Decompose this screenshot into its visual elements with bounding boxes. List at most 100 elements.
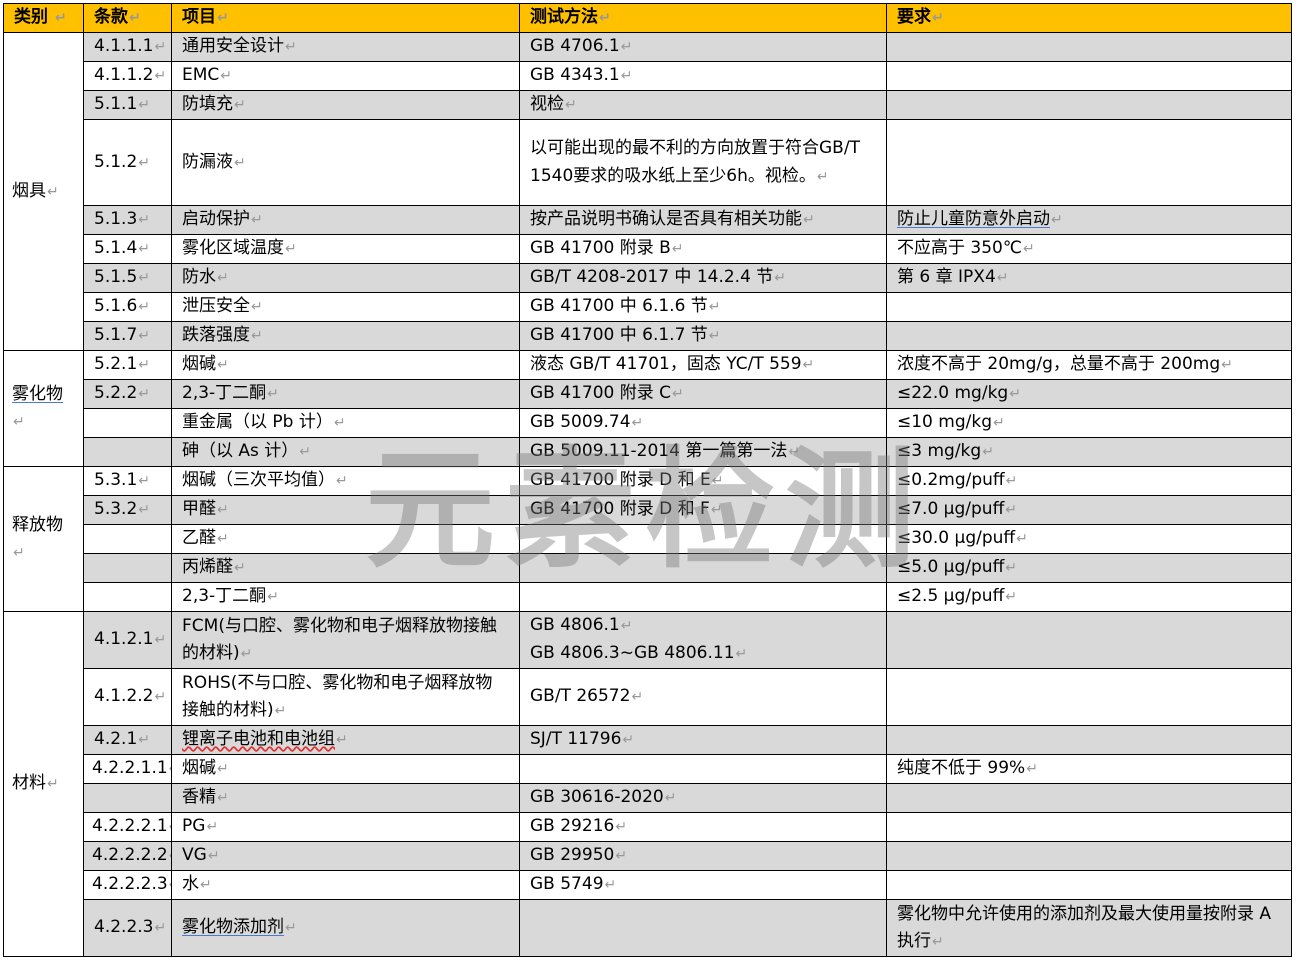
table-row: 5.1.3↵ 启动保护↵ 按产品说明书确认是否具有相关功能↵ 防止儿童防意外启动…	[4, 205, 1292, 235]
clause-cell: 4.2.2.3↵	[83, 899, 172, 957]
table-row: 4.1.1.2↵ EMC↵ GB 4343.1↵	[4, 61, 1292, 91]
table-row: 释放物↵ 5.3.1↵ 烟碱（三次平均值）↵ GB 41700 附录 D 和 E…	[3, 466, 1292, 612]
method-cell: 按产品说明书确认是否具有相关功能↵	[519, 205, 887, 235]
item-cell: 启动保护↵	[171, 205, 520, 235]
requirement-cell	[886, 841, 1292, 871]
requirement-cell: ≤3 mg/kg↵	[886, 437, 1292, 467]
method-cell: SJ/T 11796↵	[519, 725, 887, 755]
table-header-row: 类别 ↵ 条款↵ 项目↵ 测试方法↵ 要求↵	[3, 3, 1292, 33]
table-row: 香精↵ GB 30616-2020↵	[4, 783, 1292, 813]
requirement-cell	[886, 119, 1292, 206]
requirement-cell	[886, 870, 1292, 900]
clause-cell: 4.2.2.1.1↵	[83, 754, 172, 784]
requirement-cell	[886, 725, 1292, 755]
clause-cell: 5.1.2↵	[83, 119, 172, 206]
method-cell: GB 4343.1↵	[519, 61, 887, 91]
method-cell: GB 41700 中 6.1.6 节↵	[519, 292, 887, 322]
header-category: 类别 ↵	[3, 3, 84, 33]
method-cell: GB 30616-2020↵	[519, 783, 887, 813]
item-cell: 烟碱↵	[171, 754, 520, 784]
clause-cell: 5.1.1↵	[83, 90, 172, 120]
method-cell: GB 41700 附录 B↵	[519, 234, 887, 264]
item-cell: 水↵	[171, 870, 520, 900]
method-cell: GB 4706.1↵	[519, 32, 887, 62]
table-row: 4.2.2.1.1↵ 烟碱↵ 纯度不低于 99%↵	[4, 754, 1292, 784]
item-cell: 锂离子电池和电池组↵	[171, 725, 520, 755]
category-cell-cailiao: 材料↵	[3, 611, 84, 957]
requirement-cell: ≤0.2mg/puff↵	[886, 466, 1292, 496]
item-cell: 乙醛↵	[171, 524, 520, 554]
requirement-cell: 第 6 章 IPX4↵	[886, 263, 1292, 293]
table-row: 4.2.2.2.3↵ 水↵ GB 5749↵	[4, 870, 1292, 900]
requirement-cell	[886, 32, 1292, 62]
requirement-cell: 雾化物中允许使用的添加剂及最大使用量按附录 A 执行↵	[886, 899, 1292, 957]
requirement-cell	[886, 611, 1292, 669]
requirement-cell	[886, 321, 1292, 351]
requirement-cell: 不应高于 350℃↵	[886, 234, 1292, 264]
requirement-cell: ≤7.0 μg/puff↵	[886, 495, 1292, 525]
header-requirement: 要求↵	[886, 3, 1292, 33]
clause-cell: 5.1.5↵	[83, 263, 172, 293]
method-cell: GB 41700 中 6.1.7 节↵	[519, 321, 887, 351]
table-row: 材料↵ 4.1.2.1↵ FCM(与口腔、雾化物和电子烟释放物接触的材料)↵ G…	[3, 611, 1292, 957]
clause-cell: 4.1.1.1↵	[83, 32, 172, 62]
item-cell: VG↵	[171, 841, 520, 871]
clause-cell: 4.2.2.2.3↵	[83, 870, 172, 900]
header-method: 测试方法↵	[519, 3, 887, 33]
clause-cell	[83, 582, 172, 612]
header-item: 项目↵	[171, 3, 520, 33]
table-row: 5.1.5↵ 防水↵ GB/T 4208-2017 中 14.2.4 节↵ 第 …	[4, 263, 1292, 293]
method-cell: GB 29950↵	[519, 841, 887, 871]
clause-cell: 5.2.2↵	[83, 379, 172, 409]
method-cell: GB 4806.1↵ GB 4806.3~GB 4806.11↵	[519, 611, 887, 669]
clause-cell	[83, 783, 172, 813]
table-row: 5.1.4↵ 雾化区域温度↵ GB 41700 附录 B↵ 不应高于 350℃↵	[4, 234, 1292, 264]
item-cell: 防水↵	[171, 263, 520, 293]
method-cell: GB 5009.11-2014 第一篇第一法↵	[519, 437, 887, 467]
table-row: 5.2.2↵ 2,3-丁二酮↵ GB 41700 附录 C↵ ≤22.0 mg/…	[4, 379, 1292, 409]
clause-cell: 4.1.2.1↵	[83, 611, 172, 669]
requirement-cell	[886, 61, 1292, 91]
clause-cell: 5.1.6↵	[83, 292, 172, 322]
clause-cell: 4.2.2.2.2↵	[83, 841, 172, 871]
item-cell: 烟碱（三次平均值）↵	[171, 466, 520, 496]
requirement-cell	[886, 668, 1292, 726]
item-cell: 甲醛↵	[171, 495, 520, 525]
item-cell: EMC↵	[171, 61, 520, 91]
clause-cell: 5.3.2↵	[83, 495, 172, 525]
item-cell: ROHS(不与口腔、雾化物和电子烟释放物接触的材料)↵	[171, 668, 520, 726]
clause-cell: 5.2.1↵	[83, 350, 172, 380]
method-cell: GB 41700 附录 C↵	[519, 379, 887, 409]
clause-cell: 5.1.7↵	[83, 321, 172, 351]
requirement-cell: 防止儿童防意外启动↵	[886, 205, 1292, 235]
table-row: 4.2.2.2.2↵ VG↵ GB 29950↵	[4, 841, 1292, 871]
clause-cell: 5.3.1↵	[83, 466, 172, 496]
table-row: 5.1.7↵ 跌落强度↵ GB 41700 中 6.1.7 节↵	[4, 321, 1292, 351]
clause-cell: 4.1.1.2↵	[83, 61, 172, 91]
table-row: 5.1.2↵ 防漏液↵ 以可能出现的最不利的方向放置于符合GB/T 1540要求…	[4, 119, 1292, 206]
requirement-cell: ≤5.0 μg/puff↵	[886, 553, 1292, 583]
item-cell: 砷（以 As 计）↵	[171, 437, 520, 467]
table-row: 2,3-丁二酮↵ ≤2.5 μg/puff↵	[4, 582, 1292, 612]
method-cell: GB/T 4208-2017 中 14.2.4 节↵	[519, 263, 887, 293]
table-row: 乙醛↵ ≤30.0 μg/puff↵	[4, 524, 1292, 554]
item-cell: 防漏液↵	[171, 119, 520, 206]
category-cell-shifangwu: 释放物↵	[3, 466, 84, 612]
clause-cell: 5.1.3↵	[83, 205, 172, 235]
method-cell: GB 41700 附录 D 和 E↵	[519, 466, 887, 496]
item-cell: 2,3-丁二酮↵	[171, 379, 520, 409]
requirement-cell	[886, 812, 1292, 842]
method-cell: GB 29216↵	[519, 812, 887, 842]
table-row: 4.2.2.3↵ 雾化物添加剂↵ 雾化物中允许使用的添加剂及最大使用量按附录 A…	[4, 899, 1292, 957]
table-row: 4.2.1↵ 锂离子电池和电池组↵ SJ/T 11796↵	[4, 725, 1292, 755]
table-row: 砷（以 As 计）↵ GB 5009.11-2014 第一篇第一法↵ ≤3 mg…	[4, 437, 1292, 467]
method-cell	[519, 899, 887, 957]
method-cell	[519, 553, 887, 583]
category-cell-wuhuawu: 雾化物↵	[3, 350, 84, 467]
clause-cell	[83, 553, 172, 583]
category-cell-yanju: 烟具↵	[3, 32, 84, 351]
item-cell: 重金属（以 Pb 计）↵	[171, 408, 520, 438]
standards-table: 类别 ↵ 条款↵ 项目↵ 测试方法↵ 要求↵ 烟具↵ 4.1.1.1↵ 通用安全…	[3, 3, 1292, 957]
requirement-cell: ≤30.0 μg/puff↵	[886, 524, 1292, 554]
table-row: 丙烯醛↵ ≤5.0 μg/puff↵	[4, 553, 1292, 583]
